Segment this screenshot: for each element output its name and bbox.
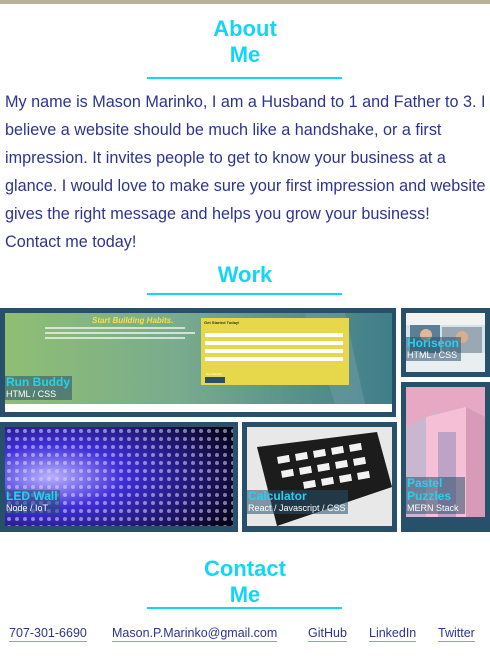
work-heading: Work bbox=[217, 262, 273, 287]
horiseon-caption: Horiseon HTML / CSS bbox=[405, 336, 462, 361]
twitter-link[interactable]: Twitter bbox=[438, 626, 475, 642]
project-tech: HTML / CSS bbox=[6, 389, 57, 399]
project-name: Run Buddy bbox=[6, 375, 70, 389]
calculator-caption: Calculator React / Javascript / CSS bbox=[246, 490, 348, 514]
github-link[interactable]: GitHub bbox=[308, 626, 347, 642]
led-wall-caption: LED Wall Node / IoT bbox=[4, 490, 60, 514]
about-paragraph: My name is Mason Marinko, I am a Husband… bbox=[5, 93, 486, 251]
project-name: Calculator bbox=[248, 489, 307, 503]
project-run-buddy[interactable]: Start Building Habits. Get Started Today… bbox=[0, 308, 396, 417]
linkedin-link[interactable]: LinkedIn bbox=[369, 626, 417, 642]
run-buddy-form-title: Get Started Today! bbox=[204, 320, 240, 325]
project-name: LED Wall bbox=[6, 489, 58, 503]
contact-heading-line2: Me bbox=[229, 582, 261, 607]
contact-heading-line1: Contact bbox=[204, 556, 286, 581]
project-calculator[interactable]: Calculator React / Javascript / CSS bbox=[242, 422, 397, 532]
project-name: Horiseon bbox=[407, 336, 460, 350]
work-divider bbox=[147, 293, 342, 295]
project-tech: HTML / CSS bbox=[407, 350, 458, 360]
project-name: Pastel Puzzles bbox=[407, 476, 452, 503]
about-heading-line1: About bbox=[213, 16, 277, 41]
phone-link[interactable]: 707-301-6690 bbox=[9, 626, 87, 642]
project-led-wall[interactable]: LED Wall Node / IoT bbox=[0, 422, 238, 532]
about-heading-line2: Me bbox=[229, 42, 261, 67]
project-tech: React / Javascript / CSS bbox=[248, 503, 346, 513]
contact-heading: Contact Me bbox=[0, 556, 490, 608]
top-image-strip bbox=[0, 0, 490, 4]
run-buddy-form-button: Get Started bbox=[206, 372, 222, 376]
project-horiseon[interactable]: Horiseon HTML / CSS bbox=[401, 308, 490, 377]
contact-divider bbox=[147, 607, 342, 609]
run-buddy-banner: Start Building Habits. bbox=[92, 316, 174, 325]
run-buddy-caption: Run Buddy HTML / CSS bbox=[4, 376, 72, 400]
project-tech: Node / IoT bbox=[6, 503, 49, 513]
pastel-puzzles-caption: Pastel Puzzles MERN Stack bbox=[405, 477, 465, 514]
project-tech: MERN Stack bbox=[407, 503, 459, 513]
about-divider bbox=[147, 77, 342, 79]
project-pastel-puzzles[interactable]: Pastel Puzzles MERN Stack bbox=[401, 382, 490, 532]
email-link[interactable]: Mason.P.Marinko@gmail.com bbox=[112, 626, 278, 642]
about-heading: About Me bbox=[0, 16, 490, 68]
